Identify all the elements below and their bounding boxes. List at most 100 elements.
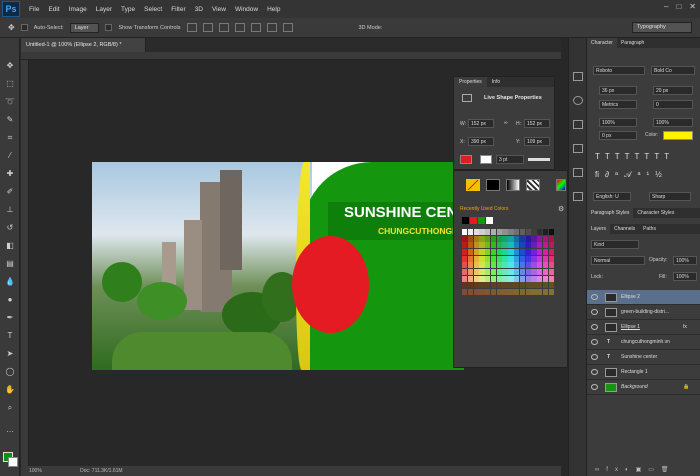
color-swatch[interactable] [508, 282, 514, 289]
color-swatch[interactable] [485, 235, 491, 242]
visibility-eye-icon[interactable] [591, 339, 598, 345]
color-swatch[interactable] [537, 262, 543, 269]
color-swatch[interactable] [502, 229, 508, 236]
color-swatch[interactable] [525, 229, 531, 236]
layer-row[interactable]: Ellipse 2 [587, 290, 700, 305]
color-swatch[interactable] [537, 268, 543, 276]
color-swatch[interactable] [531, 255, 537, 262]
color-swatch[interactable] [525, 282, 531, 289]
document-tab[interactable]: Untitled-1 @ 100% (Ellipse 2, RGB/8) * [21, 38, 146, 52]
color-swatch[interactable] [537, 229, 543, 236]
color-swatch[interactable] [548, 229, 554, 236]
color-swatch[interactable] [519, 242, 526, 249]
color-swatch[interactable] [548, 262, 554, 269]
distribute-icon[interactable] [282, 23, 293, 32]
color-swatch[interactable] [496, 275, 502, 282]
opentype-buttons[interactable]: ﬁ∂ᵃ𝒜ᵃ¹½ [595, 170, 668, 180]
color-swatch[interactable] [548, 235, 554, 242]
color-swatch[interactable] [462, 235, 468, 242]
color-swatch[interactable] [525, 255, 531, 262]
color-swatch[interactable] [542, 262, 549, 269]
kind-filter-dropdown[interactable]: Kind [591, 240, 639, 249]
color-swatch[interactable] [525, 275, 531, 282]
stamp-icon[interactable]: ⊥ [4, 204, 16, 216]
color-swatch[interactable] [519, 235, 526, 242]
auto-select-checkbox[interactable] [20, 24, 28, 31]
color-swatch[interactable] [508, 262, 514, 269]
color-swatch[interactable] [473, 255, 479, 262]
color-swatch[interactable] [531, 268, 537, 276]
color-swatch[interactable] [502, 248, 508, 256]
blur-icon[interactable]: 💧 [4, 276, 16, 288]
layer-row[interactable]: T chungcuthongminh.vn [587, 335, 700, 350]
color-swatch[interactable] [485, 282, 491, 289]
menu-type[interactable]: Type [121, 6, 135, 13]
color-swatch[interactable] [485, 262, 491, 269]
color-swatch[interactable] [519, 229, 526, 236]
opacity-field[interactable]: 100% [673, 256, 697, 265]
color-swatch[interactable] [542, 275, 549, 282]
more-tools-icon[interactable]: … [4, 424, 16, 436]
color-swatch[interactable] [496, 282, 502, 289]
hand-icon[interactable]: ✋ [4, 384, 16, 396]
eraser-icon[interactable]: ◧ [4, 240, 16, 252]
tab-paths[interactable]: Paths [639, 224, 660, 234]
color-swatch[interactable] [467, 262, 474, 269]
transform-checkbox[interactable] [105, 24, 113, 31]
workspace-dropdown[interactable]: Typography [632, 22, 692, 33]
leading-field[interactable]: 20 px [653, 86, 693, 95]
color-swatch[interactable] [467, 268, 474, 276]
color-swatch[interactable] [496, 248, 502, 256]
color-swatch[interactable] [548, 242, 554, 249]
color-swatch[interactable] [537, 275, 543, 282]
layer-actions-bar[interactable]: ∞fx◐▣▭🗑 [595, 466, 676, 473]
color-swatch[interactable] [479, 275, 485, 282]
color-swatch[interactable] [485, 255, 491, 262]
color-swatch[interactable] [542, 229, 549, 236]
color-swatch[interactable] [514, 242, 520, 249]
color-swatch[interactable] [502, 255, 508, 262]
brush-icon[interactable]: ✐ [4, 186, 16, 198]
fx-icon[interactable]: fx [683, 320, 687, 335]
solid-color-button[interactable] [486, 179, 500, 191]
type-icon[interactable]: T [4, 330, 16, 342]
layer-row[interactable]: T Sunshine center [587, 350, 700, 365]
gradient-button[interactable] [506, 179, 520, 191]
color-swatch[interactable] [473, 248, 479, 256]
vertical-scale-field[interactable]: 100% [599, 118, 637, 127]
color-swatch[interactable] [467, 248, 474, 256]
stroke-type-dropdown[interactable] [528, 158, 550, 161]
color-swatch[interactable] [490, 255, 497, 262]
tracking-field[interactable]: 0 [653, 100, 693, 109]
color-swatch[interactable] [479, 288, 485, 295]
color-swatch[interactable] [531, 262, 537, 269]
color-swatch[interactable] [467, 235, 474, 242]
layer-row[interactable]: Rectangle 1 [587, 365, 700, 380]
color-swatch[interactable] [502, 262, 508, 269]
visibility-eye-icon[interactable] [591, 324, 598, 330]
color-swatch[interactable] [537, 288, 543, 295]
color-swatch[interactable] [502, 268, 508, 276]
align-right-icon[interactable] [266, 23, 277, 32]
auto-select-dropdown[interactable]: Layer [69, 22, 100, 33]
color-swatch[interactable] [473, 242, 479, 249]
align-left-icon[interactable] [234, 23, 245, 32]
color-swatch[interactable] [514, 275, 520, 282]
color-swatch[interactable] [490, 248, 497, 256]
color-swatch[interactable] [548, 282, 554, 289]
maximize-icon[interactable]: □ [676, 2, 681, 11]
menu-window[interactable]: Window [235, 6, 258, 13]
menu-help[interactable]: Help [267, 6, 280, 13]
color-swatch[interactable] [479, 268, 485, 276]
type-style-buttons[interactable]: TTTTTTTT [595, 152, 674, 161]
visibility-eye-icon[interactable] [591, 309, 598, 315]
menu-file[interactable]: File [29, 6, 39, 13]
color-swatch[interactable] [548, 268, 554, 276]
color-swatch[interactable] [479, 242, 485, 249]
healing-icon[interactable]: ✚ [4, 168, 16, 180]
eyedropper-icon[interactable]: ⁄ [4, 150, 16, 162]
tab-info[interactable]: Info [487, 77, 505, 87]
align-bottom-icon[interactable] [218, 23, 229, 32]
horizontal-scale-field[interactable]: 100% [653, 118, 693, 127]
tab-channels[interactable]: Channels [610, 224, 639, 234]
